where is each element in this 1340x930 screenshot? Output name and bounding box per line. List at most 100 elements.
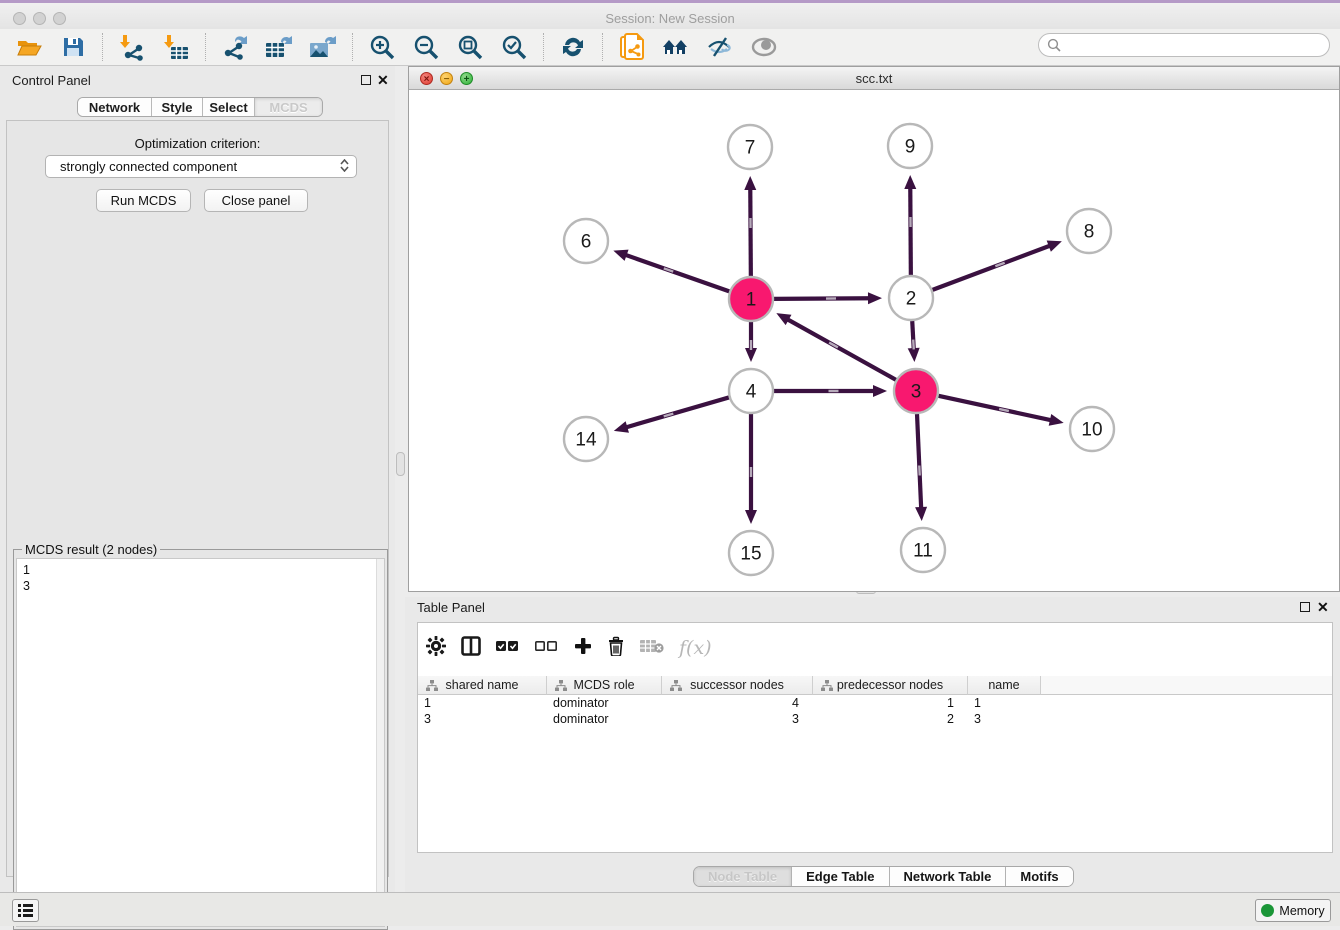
node-label-3: 3 [911, 382, 922, 403]
hierarchy-icon [426, 680, 438, 695]
arrowhead-icon [1047, 241, 1062, 252]
node-label-6: 6 [581, 232, 592, 253]
edge-3-1[interactable] [785, 318, 896, 380]
duplicate-network-icon[interactable] [617, 32, 647, 62]
table-cell: 1 [813, 695, 968, 711]
settings-gear-icon[interactable] [426, 636, 446, 661]
export-network-icon[interactable] [220, 32, 250, 62]
zoom-fit-icon[interactable] [455, 32, 485, 62]
criterion-select[interactable]: strongly connected component [45, 155, 357, 178]
tab-node-table[interactable]: Node Table [694, 867, 792, 886]
float-window-icon[interactable] [361, 75, 371, 85]
column-chooser-icon[interactable] [461, 636, 481, 661]
select-all-icon[interactable] [496, 639, 520, 658]
table-header-row[interactable]: shared nameMCDS rolesuccessor nodesprede… [418, 676, 1332, 695]
network-window-titlebar[interactable]: × − + scc.txt [409, 67, 1339, 90]
table-cell: 3 [968, 711, 1041, 727]
table-row[interactable]: 1dominator411 [418, 695, 1332, 711]
export-image-icon[interactable] [308, 32, 338, 62]
open-session-icon[interactable] [14, 32, 44, 62]
import-table-icon[interactable] [161, 32, 191, 62]
node-table-container: f(x) shared nameMCDS rolesuccessor nodes… [417, 622, 1333, 853]
splitter-handle-vertical[interactable] [396, 452, 405, 476]
run-mcds-button[interactable]: Run MCDS [96, 189, 191, 212]
edge-1-2[interactable] [774, 298, 872, 299]
deselect-all-icon[interactable] [535, 639, 559, 658]
zoom-selected-icon[interactable] [499, 32, 529, 62]
network-canvas[interactable]: 7968124314101511 [409, 90, 1339, 591]
edge-3-10[interactable] [938, 396, 1053, 421]
table-cell: 3 [418, 711, 547, 727]
node-label-14: 14 [575, 430, 597, 451]
column-header-shared-name[interactable]: shared name [418, 676, 547, 695]
memory-status-dot [1261, 904, 1274, 917]
column-header-label: predecessor nodes [813, 678, 967, 692]
table-float-icon[interactable] [1300, 602, 1310, 612]
import-network-icon[interactable] [117, 32, 147, 62]
scrollbar[interactable] [376, 559, 384, 926]
table-cell: dominator [547, 711, 662, 727]
save-session-icon[interactable] [58, 32, 88, 62]
column-header-name[interactable]: name [968, 676, 1041, 695]
tab-mcds[interactable]: MCDS [255, 98, 322, 116]
mcds-result-title: MCDS result (2 nodes) [22, 542, 160, 557]
arrowhead-icon [873, 385, 887, 397]
node-table[interactable]: shared nameMCDS rolesuccessor nodesprede… [418, 676, 1332, 727]
export-table-icon[interactable] [264, 32, 294, 62]
show-all-icon[interactable] [749, 32, 779, 62]
chevron-up-down-icon [340, 159, 349, 172]
first-neighbors-icon[interactable] [661, 32, 691, 62]
column-header-MCDS-role[interactable]: MCDS role [547, 676, 662, 695]
table-close-icon[interactable]: ✕ [1317, 599, 1329, 615]
table-cell: 4 [662, 695, 813, 711]
edge-4-14[interactable] [623, 397, 728, 428]
arrowhead-icon [613, 250, 628, 261]
table-row[interactable]: 3dominator323 [418, 711, 1332, 727]
tab-network[interactable]: Network [78, 98, 152, 116]
edge-2-9[interactable] [910, 185, 911, 275]
delete-column-icon[interactable] [607, 636, 625, 661]
hide-selected-icon[interactable] [705, 32, 735, 62]
edge-1-6[interactable] [623, 254, 730, 291]
status-bar: Memory [0, 892, 1340, 926]
table-cell: 1 [968, 695, 1041, 711]
table-cell: dominator [547, 695, 662, 711]
table-panel-tabs: Node TableEdge TableNetwork TableMotifs [693, 866, 1074, 887]
column-header-predecessor-nodes[interactable]: predecessor nodes [813, 676, 968, 695]
search-input[interactable] [1065, 38, 1315, 53]
tab-edge-table[interactable]: Edge Table [792, 867, 889, 886]
tab-network-table[interactable]: Network Table [890, 867, 1007, 886]
tab-style[interactable]: Style [152, 98, 203, 116]
column-header-successor-nodes[interactable]: successor nodes [662, 676, 813, 695]
table-panel-title: Table Panel [417, 600, 485, 615]
network-window-title: scc.txt [409, 67, 1339, 90]
add-column-icon[interactable] [574, 637, 592, 660]
control-panel: Control Panel ✕ NetworkStyleSelectMCDS O… [0, 66, 395, 892]
list-icon [18, 904, 33, 917]
node-label-4: 4 [746, 382, 757, 403]
arrowhead-icon [1049, 414, 1064, 426]
tab-select[interactable]: Select [203, 98, 255, 116]
node-label-9: 9 [905, 137, 916, 158]
zoom-in-icon[interactable] [367, 32, 397, 62]
memory-button[interactable]: Memory [1255, 899, 1331, 922]
task-history-button[interactable] [12, 899, 39, 922]
arrowhead-icon [745, 510, 757, 524]
table-cell: 1 [418, 695, 547, 711]
arrowhead-icon [908, 348, 920, 362]
window-titlebar: Session: New Session [0, 0, 1340, 29]
close-panel-icon[interactable]: ✕ [377, 72, 389, 88]
function-builder-icon: f(x) [679, 637, 712, 659]
edge-3-11[interactable] [917, 414, 921, 511]
node-label-7: 7 [745, 138, 756, 159]
close-panel-button[interactable]: Close panel [204, 189, 308, 212]
zoom-out-icon[interactable] [411, 32, 441, 62]
search-field[interactable] [1038, 33, 1330, 57]
mcds-result-text[interactable]: 13 [16, 558, 385, 927]
edge-label-hint [664, 268, 673, 271]
edge-1-7[interactable] [750, 186, 751, 276]
refresh-icon[interactable] [558, 32, 588, 62]
tab-motifs[interactable]: Motifs [1006, 867, 1072, 886]
edge-2-8[interactable] [933, 245, 1053, 290]
control-panel-title: Control Panel [12, 73, 91, 88]
